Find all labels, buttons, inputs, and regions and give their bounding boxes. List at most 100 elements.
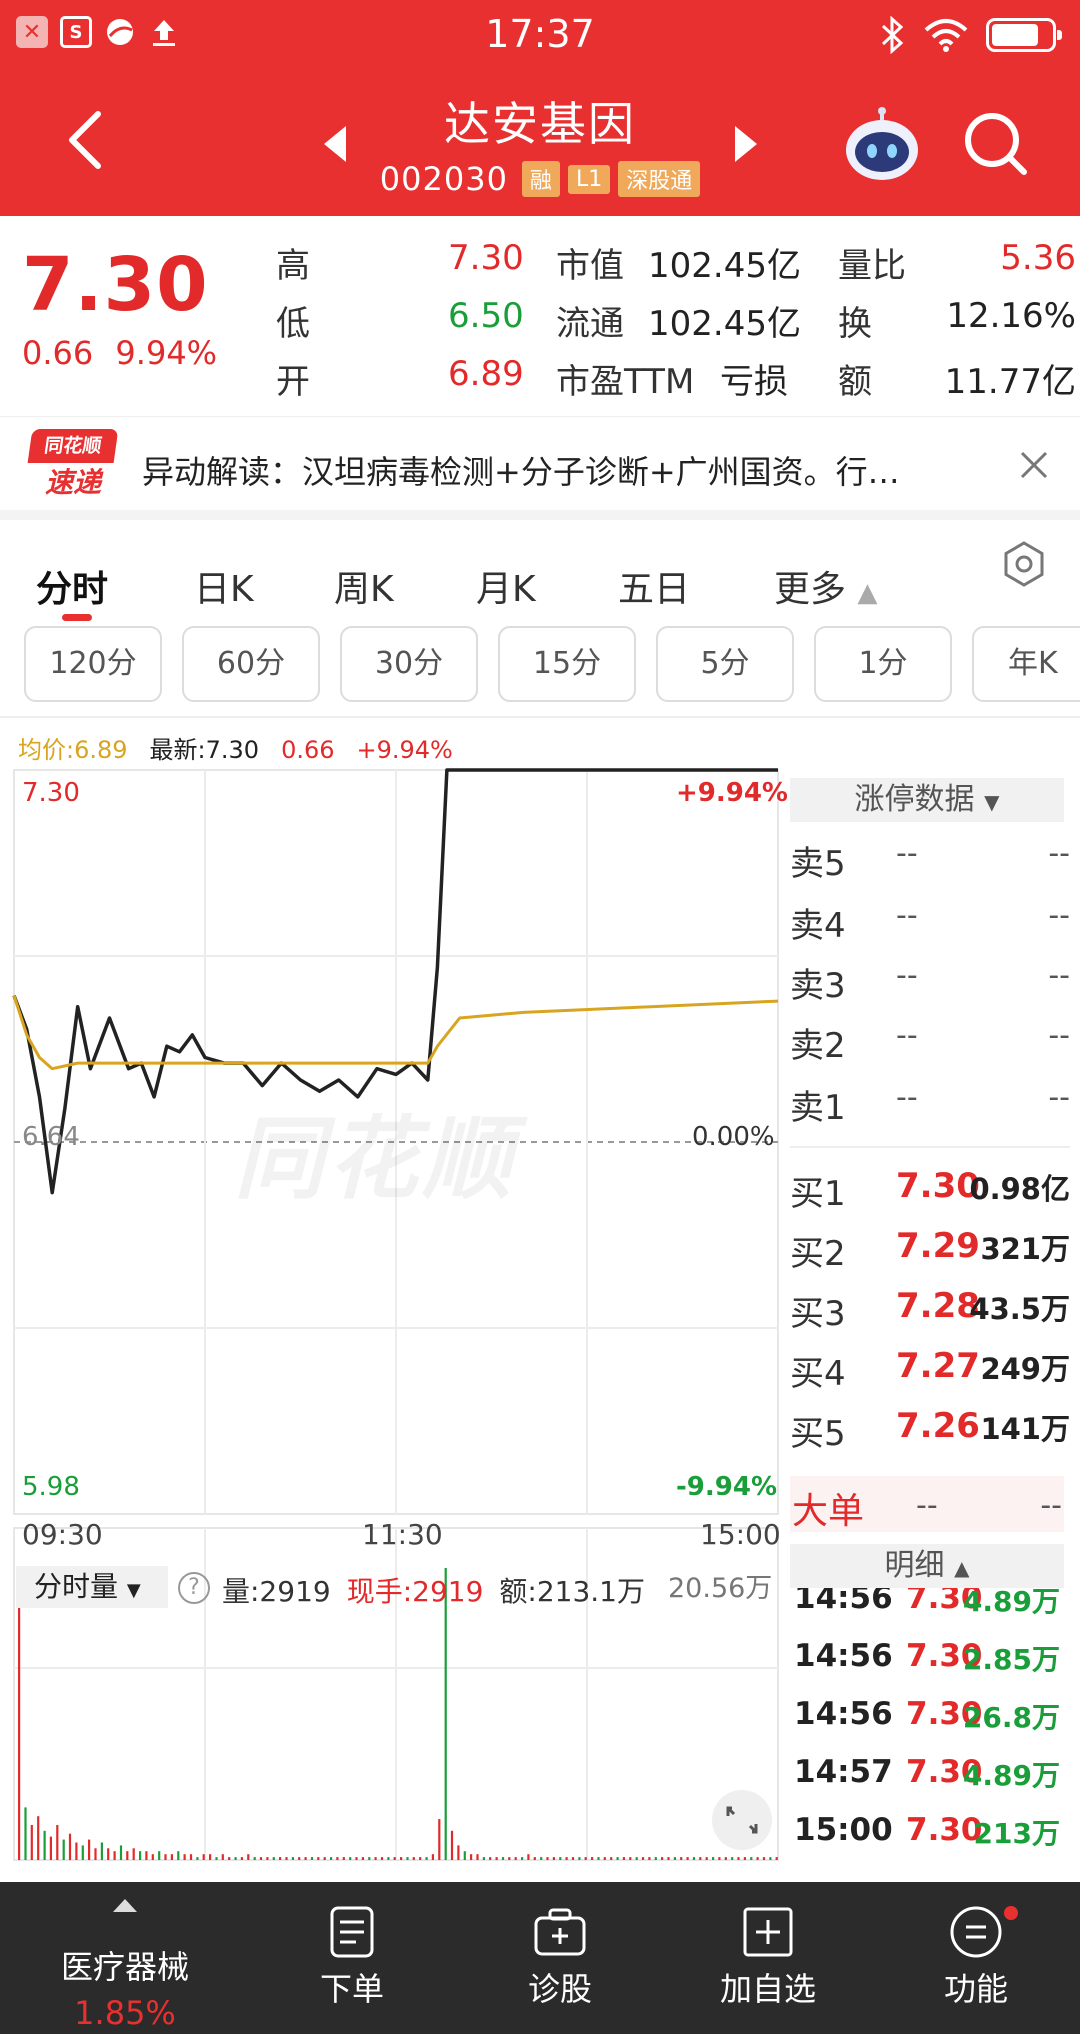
volume-bar (234, 1857, 237, 1860)
volume-bar (578, 1857, 581, 1860)
ask-label: 卖4 (790, 906, 846, 946)
pe-label: 市盈TTM (556, 362, 695, 402)
volume-amount: 量:2919 (222, 1575, 331, 1608)
detail-dropdown[interactable]: 明细 ▲ (790, 1544, 1064, 1588)
ask-vol: -- (1048, 898, 1070, 933)
ask-row[interactable]: 卖3 -- -- (790, 958, 1078, 1010)
tab-intraday[interactable]: 分时 (36, 560, 108, 612)
volume-bar (406, 1857, 409, 1860)
news-banner[interactable]: 同花顺 速递 异动解读：汉坦病毒检测+分子诊断+广州国资。行… (0, 416, 1080, 520)
expand-icon (726, 1806, 758, 1834)
tick-row: 14:56 7.30 2.85万 (794, 1638, 1074, 1678)
bid-row[interactable]: 买2 7.29 321万 (790, 1226, 1078, 1278)
bid-row[interactable]: 买1 7.30 0.98亿 (790, 1166, 1078, 1218)
sector-button[interactable]: 医疗器械 1.85% (0, 1882, 250, 2034)
volume-bar (718, 1857, 721, 1860)
ask-price: -- (896, 958, 918, 993)
diagnose-label: 诊股 (527, 1970, 592, 2008)
bid-vol: 249万 (980, 1352, 1070, 1386)
volume-bar (107, 1848, 110, 1860)
big-order-row[interactable]: 大单 -- -- (790, 1476, 1064, 1532)
tab-monthly-k[interactable]: 月K (476, 560, 536, 612)
bid-row[interactable]: 买5 7.26 141万 (790, 1406, 1078, 1458)
volume-bar (635, 1857, 638, 1860)
search-icon[interactable] (960, 108, 1030, 178)
last-price: 7.30 (22, 242, 209, 328)
period-60m[interactable]: 60分 (182, 626, 320, 702)
tab-five-day[interactable]: 五日 (618, 560, 690, 612)
news-badge: 同花顺 速递 (27, 429, 119, 503)
period-15m[interactable]: 15分 (498, 626, 636, 702)
volume-bar (202, 1854, 205, 1860)
volume-bar (393, 1857, 396, 1860)
period-1m[interactable]: 1分 (814, 626, 952, 702)
tick-row: 15:00 7.30 213万 (794, 1812, 1074, 1852)
stock-code: 002030 (379, 160, 508, 198)
add-watchlist-button[interactable]: 加自选 (688, 1882, 848, 2034)
period-30m[interactable]: 30分 (340, 626, 478, 702)
limit-data-dropdown[interactable]: 涨停数据 ▼ (790, 778, 1064, 822)
ask-row[interactable]: 卖2 -- -- (790, 1018, 1078, 1070)
tab-weekly-k[interactable]: 周K (334, 560, 394, 612)
notification-dot (1004, 1906, 1018, 1920)
volume-bar (291, 1857, 294, 1860)
hexagon-settings-icon[interactable] (1000, 540, 1048, 588)
tick-vol: 2.85万 (962, 1643, 1060, 1676)
float-label: 流通 (556, 304, 624, 344)
period-120m[interactable]: 120分 (24, 626, 162, 702)
low-value: 6.50 (448, 296, 524, 336)
period-5m[interactable]: 5分 (656, 626, 794, 702)
tab-daily-k[interactable]: 日K (194, 560, 254, 612)
help-icon[interactable]: ? (178, 1572, 210, 1604)
ask-row[interactable]: 卖5 -- -- (790, 836, 1078, 888)
volume-bar (731, 1857, 734, 1860)
volume-bar (470, 1854, 473, 1860)
ask-row[interactable]: 卖4 -- -- (790, 898, 1078, 950)
volume-bar (629, 1857, 632, 1860)
bid-row[interactable]: 买3 7.28 43.5万 (790, 1286, 1078, 1338)
ask-row[interactable]: 卖1 -- -- (790, 1080, 1078, 1132)
pe-value: 亏损 (720, 362, 788, 402)
period-year-k[interactable]: 年K (972, 626, 1080, 702)
volume-max-label: 20.56万 (668, 1573, 773, 1604)
volume-bar (139, 1851, 142, 1860)
volume-bar (323, 1857, 326, 1860)
volume-bar (310, 1857, 314, 1860)
bid-row[interactable]: 买4 7.27 249万 (790, 1346, 1078, 1398)
bid-label: 买5 (790, 1414, 846, 1454)
bid-vol: 321万 (980, 1232, 1070, 1266)
volume-turnover: 额:213.1万 (499, 1575, 645, 1608)
order-button[interactable]: 下单 (272, 1882, 432, 2034)
volume-bar (330, 1857, 333, 1860)
volume-bar (145, 1851, 148, 1860)
news-badge-bottom: 速递 (44, 466, 101, 499)
volume-type-select[interactable]: 分时量 ▼ (16, 1566, 168, 1608)
add-watchlist-label: 加自选 (719, 1970, 816, 2008)
tick-time: 14:56 (794, 1638, 893, 1674)
volume-bar (412, 1857, 415, 1860)
volume-bar (476, 1854, 479, 1860)
tab-more[interactable]: 更多 ▲ (774, 560, 877, 612)
functions-button[interactable]: 功能 (896, 1882, 1056, 2034)
app-header: ✕ S 17:37 达安基因 002030 融 L1 深股通 (0, 0, 1080, 216)
news-text[interactable]: 异动解读：汉坦病毒检测+分子诊断+广州国资。行… (142, 447, 900, 493)
volume-bar (94, 1848, 97, 1860)
diagnose-button[interactable]: 诊股 (480, 1882, 640, 2034)
volume-bar (622, 1857, 625, 1860)
volume-bar (228, 1857, 231, 1860)
volume-bar (100, 1842, 103, 1860)
float-value: 102.45亿 (648, 304, 801, 344)
close-icon[interactable] (1016, 447, 1052, 483)
change-percent: 9.94% (115, 334, 218, 372)
volume-bar (279, 1857, 282, 1860)
next-stock-icon[interactable] (733, 124, 761, 164)
expand-chart-button[interactable] (712, 1790, 772, 1850)
quote-panel: 7.30 0.66 9.94% 高 7.30 低 6.50 开 6.89 市值 … (0, 216, 1080, 416)
tick-list[interactable]: 14:56 7.30 4.89万 14:56 7.30 2.85万 14:56 7.30 2… (790, 1588, 1080, 1872)
robot-assistant-icon[interactable] (842, 106, 922, 182)
ask-label: 卖1 (790, 1088, 846, 1128)
bid-price: 7.30 (896, 1166, 980, 1206)
volume-bar (317, 1857, 320, 1860)
volume-bar (355, 1857, 358, 1860)
bid-label: 买2 (790, 1234, 846, 1274)
